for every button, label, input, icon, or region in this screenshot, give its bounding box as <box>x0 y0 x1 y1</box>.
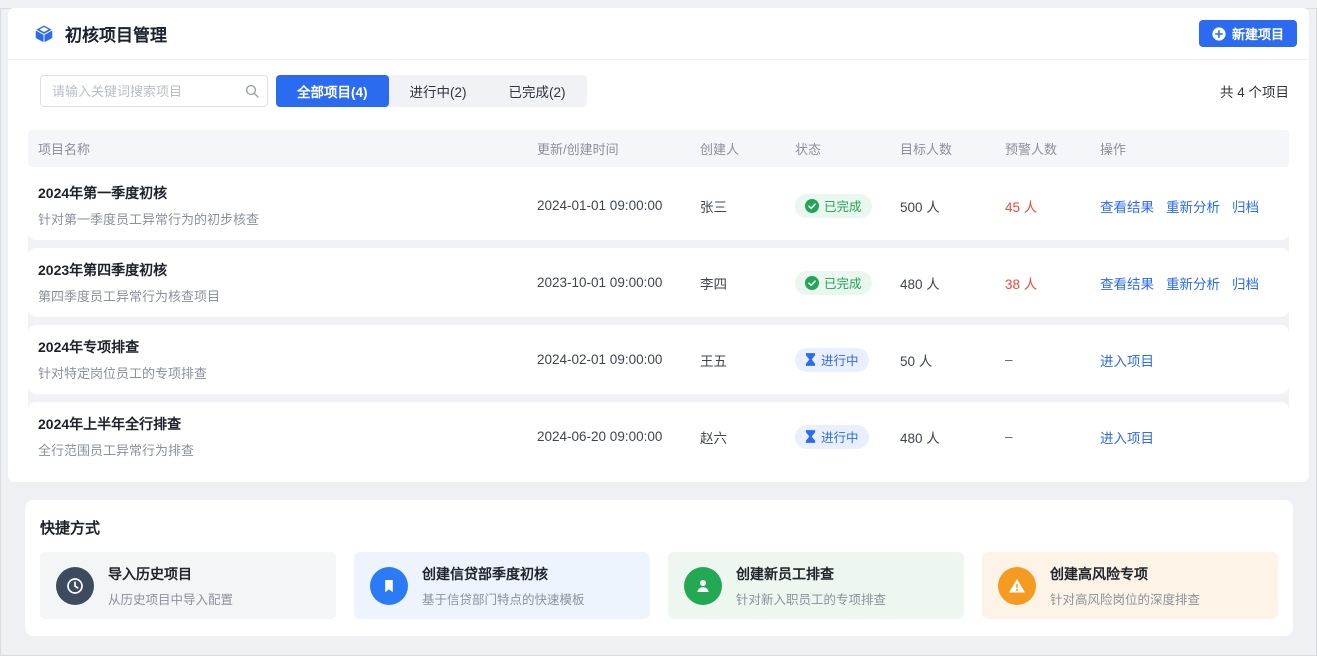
main-panel: 初核项目管理 新建项目 全部项目(4)进行中(2)已完成(2) 共 4 个项目 <box>8 8 1309 482</box>
project-time: 2024-06-20 09:00:00 <box>537 429 700 444</box>
shortcut-description: 针对高风险岗位的深度排查 <box>1050 589 1200 608</box>
project-time: 2024-01-01 09:00:00 <box>537 198 700 213</box>
shortcut-title: 创建高风险专项 <box>1050 564 1200 584</box>
cube-icon <box>33 23 55 45</box>
page-title: 初核项目管理 <box>65 21 167 46</box>
shortcut-description: 从历史项目中导入配置 <box>108 589 233 608</box>
bookmark-icon <box>370 567 408 605</box>
project-time: 2023-10-01 09:00:00 <box>537 275 700 290</box>
column-header: 目标人数 <box>900 139 1005 158</box>
user-icon <box>684 567 722 605</box>
shortcut-card[interactable]: 创建新员工排查 针对新入职员工的专项排查 <box>668 552 964 619</box>
new-project-button[interactable]: 新建项目 <box>1199 20 1297 47</box>
filter-tab[interactable]: 已完成(2) <box>488 75 587 107</box>
table-row: 2024年专项排查 针对特定岗位员工的专项排查 2024-02-01 09:00… <box>28 325 1289 394</box>
column-header: 预警人数 <box>1005 139 1100 158</box>
project-description: 全行范围员工异常行为排查 <box>38 440 537 459</box>
column-header: 状态 <box>795 139 900 158</box>
shortcut-card[interactable]: 导入历史项目 从历史项目中导入配置 <box>40 552 336 619</box>
project-description: 第四季度员工异常行为核查项目 <box>38 286 537 305</box>
action-archive[interactable]: 归档 <box>1232 273 1259 293</box>
action-enter-project[interactable]: 进入项目 <box>1100 350 1154 370</box>
project-name: 2023年第四季度初核 <box>38 260 537 280</box>
shortcut-card[interactable]: 创建信贷部季度初核 基于信贷部门特点的快速模板 <box>354 552 650 619</box>
warning-count: – <box>1005 429 1100 444</box>
row-actions: 查看结果重新分析归档 <box>1100 273 1289 293</box>
column-header: 项目名称 <box>28 139 537 158</box>
hourglass-icon <box>805 430 816 443</box>
shortcuts-title: 快捷方式 <box>40 517 1278 538</box>
column-header: 操作 <box>1100 139 1289 158</box>
shortcut-title: 创建新员工排查 <box>736 564 886 584</box>
check-circle-icon <box>805 199 819 213</box>
target-count: 500 人 <box>900 196 1005 216</box>
project-creator: 张三 <box>700 196 795 216</box>
action-enter-project[interactable]: 进入项目 <box>1100 427 1154 447</box>
search-input[interactable] <box>40 75 268 107</box>
action-view-results[interactable]: 查看结果 <box>1100 273 1154 293</box>
filter-tab[interactable]: 进行中(2) <box>389 75 488 107</box>
shortcut-card[interactable]: 创建高风险专项 针对高风险岗位的深度排查 <box>982 552 1278 619</box>
hourglass-icon <box>805 353 816 366</box>
warning-count: 38 人 <box>1005 273 1100 293</box>
status-badge: 进行中 <box>795 348 869 372</box>
target-count: 50 人 <box>900 350 1005 370</box>
table-body: 2024年第一季度初核 针对第一季度员工异常行为的初步核查 2024-01-01… <box>28 171 1289 471</box>
table-header: 项目名称更新/创建时间创建人状态目标人数预警人数操作 <box>28 130 1289 167</box>
filter-tabs: 全部项目(4)进行中(2)已完成(2) <box>276 75 587 107</box>
status-badge: 已完成 <box>795 271 872 295</box>
shortcut-title: 创建信贷部季度初核 <box>422 564 585 584</box>
status-badge: 进行中 <box>795 425 869 449</box>
total-count: 共 4 个项目 <box>1220 81 1289 101</box>
check-circle-icon <box>805 276 819 290</box>
shortcut-description: 基于信贷部门特点的快速模板 <box>422 589 585 608</box>
search-box <box>40 75 268 107</box>
project-name: 2024年第一季度初核 <box>38 183 537 203</box>
project-description: 针对特定岗位员工的专项排查 <box>38 363 537 382</box>
project-table: 项目名称更新/创建时间创建人状态目标人数预警人数操作 2024年第一季度初核 针… <box>28 130 1289 471</box>
project-creator: 王五 <box>700 350 795 370</box>
action-reanalyze[interactable]: 重新分析 <box>1166 196 1220 216</box>
shortcut-description: 针对新入职员工的专项排查 <box>736 589 886 608</box>
target-count: 480 人 <box>900 427 1005 447</box>
target-count: 480 人 <box>900 273 1005 293</box>
table-row: 2023年第四季度初核 第四季度员工异常行为核查项目 2023-10-01 09… <box>28 248 1289 317</box>
column-header: 创建人 <box>700 139 795 158</box>
shortcut-cards: 导入历史项目 从历史项目中导入配置 创建信贷部季度初核 基于信贷部门特点的快速模… <box>40 552 1278 619</box>
search-icon <box>245 84 259 98</box>
clock-icon <box>56 567 94 605</box>
project-description: 针对第一季度员工异常行为的初步核查 <box>38 209 537 228</box>
plus-circle-icon <box>1212 27 1226 41</box>
table-row: 2024年第一季度初核 针对第一季度员工异常行为的初步核查 2024-01-01… <box>28 171 1289 240</box>
warning-count: – <box>1005 352 1100 367</box>
filter-tab[interactable]: 全部项目(4) <box>276 75 389 107</box>
project-name: 2024年上半年全行排查 <box>38 414 537 434</box>
action-archive[interactable]: 归档 <box>1232 196 1259 216</box>
action-view-results[interactable]: 查看结果 <box>1100 196 1154 216</box>
project-time: 2024-02-01 09:00:00 <box>537 352 700 367</box>
shortcut-title: 导入历史项目 <box>108 564 233 584</box>
shortcuts-panel: 快捷方式 导入历史项目 从历史项目中导入配置 创建信贷部季度初核 基于信贷部门特… <box>25 500 1293 636</box>
row-actions: 查看结果重新分析归档 <box>1100 196 1289 216</box>
row-actions: 进入项目 <box>1100 350 1289 370</box>
table-row: 2024年上半年全行排查 全行范围员工异常行为排查 2024-06-20 09:… <box>28 402 1289 471</box>
column-header: 更新/创建时间 <box>537 139 700 158</box>
toolbar: 全部项目(4)进行中(2)已完成(2) 共 4 个项目 <box>8 60 1309 107</box>
project-name: 2024年专项排查 <box>38 337 537 357</box>
app-header: 初核项目管理 新建项目 <box>8 8 1309 60</box>
project-creator: 李四 <box>700 273 795 293</box>
warning-triangle-icon <box>998 567 1036 605</box>
warning-count: 45 人 <box>1005 196 1100 216</box>
row-actions: 进入项目 <box>1100 427 1289 447</box>
action-reanalyze[interactable]: 重新分析 <box>1166 273 1220 293</box>
project-creator: 赵六 <box>700 427 795 447</box>
status-badge: 已完成 <box>795 194 872 218</box>
